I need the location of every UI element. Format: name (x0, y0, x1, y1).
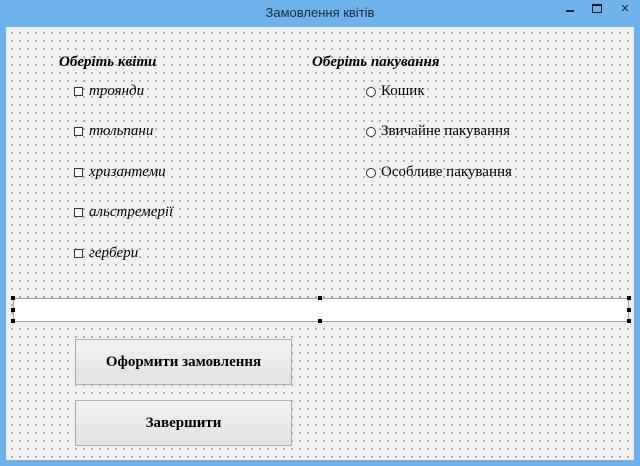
minimize-icon (565, 10, 574, 13)
place-order-button[interactable]: Оформити замовлення (75, 339, 292, 385)
checkbox-label: гербери (89, 245, 139, 261)
resize-handle[interactable] (11, 319, 15, 323)
checkbox-box[interactable] (74, 168, 83, 177)
window-title: Замовлення квітів (265, 5, 375, 20)
checkbox-label: альстремерії (89, 204, 174, 220)
radio-regular-packaging[interactable]: Звичайне пакування (366, 123, 510, 140)
checkbox-label: тюльпани (89, 123, 154, 139)
checkbox-box[interactable] (74, 208, 83, 217)
finish-button[interactable]: Завершити (75, 400, 292, 446)
radio-circle[interactable] (366, 126, 376, 137)
checkbox-label: троянди (89, 83, 145, 99)
minimize-button[interactable] (556, 0, 583, 20)
flowers-heading: Оберіть квіти (59, 54, 157, 70)
close-icon: ✕ (620, 3, 630, 15)
radio-label: Особливе пакування (381, 164, 512, 180)
close-button[interactable]: ✕ (610, 0, 640, 20)
resize-handle[interactable] (11, 296, 15, 300)
checkbox-chrysanthemums[interactable]: хризантеми (74, 164, 166, 181)
checkbox-label: хризантеми (89, 164, 166, 180)
resize-handle[interactable] (11, 308, 15, 312)
checkbox-box[interactable] (74, 127, 83, 136)
title-bar[interactable]: Замовлення квітів ✕ (0, 0, 640, 27)
checkbox-gerberas[interactable]: гербери (74, 245, 138, 262)
resize-handle[interactable] (627, 319, 631, 323)
maximize-icon (591, 3, 602, 13)
radio-circle[interactable] (366, 167, 376, 178)
radio-label: Звичайне пакування (381, 123, 511, 139)
packaging-heading: Оберіть пакування (312, 54, 440, 70)
radio-special-packaging[interactable]: Особливе пакування (366, 164, 512, 181)
checkbox-box[interactable] (74, 87, 83, 96)
radio-circle[interactable] (366, 86, 376, 97)
radio-basket[interactable]: Кошик (366, 83, 425, 100)
resize-handle[interactable] (627, 308, 631, 312)
form-client-area: Оберіть квіти троянди тюльпани хризантем… (6, 27, 634, 460)
maximize-button[interactable] (583, 0, 610, 20)
checkbox-roses[interactable]: троянди (74, 83, 144, 100)
resize-handle[interactable] (318, 319, 322, 323)
resize-handle[interactable] (318, 296, 322, 300)
checkbox-tulips[interactable]: тюльпани (74, 123, 153, 140)
radio-label: Кошик (381, 83, 425, 99)
app-window: Замовлення квітів ✕ Оберіть квіти троянд… (0, 0, 640, 466)
resize-handle[interactable] (627, 296, 631, 300)
checkbox-alstroemerias[interactable]: альстремерії (74, 204, 173, 221)
checkbox-box[interactable] (74, 249, 83, 258)
